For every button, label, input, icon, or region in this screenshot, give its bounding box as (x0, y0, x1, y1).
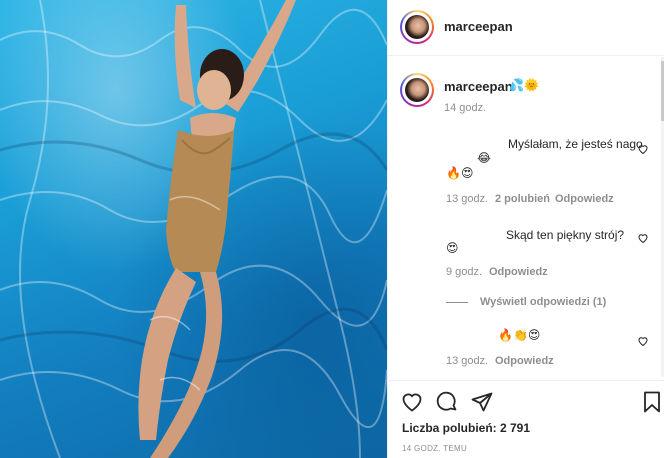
view-replies-label[interactable]: Wyświetl odpowiedzi (1) (480, 296, 606, 308)
post-timestamp[interactable]: 14 GODZ. TEMU (402, 444, 467, 453)
comment-3-heart-icon[interactable] (637, 335, 649, 347)
instagram-post: marceepan marceepan 💦🌞 14 godz. Myślałam… (0, 0, 664, 458)
post-photo[interactable] (0, 0, 387, 458)
comment-1-likes-label[interactable]: 2 polubień (495, 193, 550, 205)
comment-2-time[interactable]: 9 godz. (446, 266, 482, 278)
avatar[interactable] (400, 10, 434, 44)
post-sidebar: marceepan marceepan 💦🌞 14 godz. Myślałam… (387, 0, 664, 458)
comment-icon[interactable] (435, 390, 459, 414)
comment-2-reply-label[interactable]: Odpowiedz (489, 266, 548, 278)
comment-3-emojis: 🔥👏😍 (498, 328, 541, 342)
comments-section: marceepan 💦🌞 14 godz. Myślałam, że jeste… (388, 57, 664, 379)
bookmark-icon[interactable] (640, 390, 664, 414)
share-icon[interactable] (470, 390, 494, 414)
caption-username[interactable]: marceepan (444, 79, 513, 94)
comment-3-reply[interactable]: Odpowiedz (495, 355, 554, 367)
comment-1-emojis: 🔥😍 (446, 166, 474, 180)
comment-2-text: Skąd ten piękny strój? (506, 228, 625, 242)
comment-2-heart-icon[interactable] (637, 232, 649, 244)
comment-2-reply[interactable]: Odpowiedz (489, 266, 548, 278)
comment-1-text: Myślałam, że jesteś nago (508, 137, 643, 151)
comment-1-reply[interactable]: Odpowiedz (555, 193, 614, 205)
caption-avatar[interactable] (400, 73, 434, 107)
comment-2-emojis: 😍 (446, 241, 459, 255)
post-actions: Liczba polubień: 2 791 14 GODZ. TEMU (388, 380, 664, 458)
comment-1-time[interactable]: 13 godz. (446, 193, 488, 205)
comment-3-reply-label[interactable]: Odpowiedz (495, 355, 554, 367)
comment-1-reply-label[interactable]: Odpowiedz (555, 193, 614, 205)
caption-emojis: 💦🌞 (509, 78, 539, 92)
likes-count[interactable]: Liczba polubień: 2 791 (402, 421, 530, 435)
header-username[interactable]: marceepan (444, 19, 513, 34)
view-replies-button[interactable]: Wyświetl odpowiedzi (1) (446, 296, 606, 308)
post-header: marceepan (388, 0, 664, 56)
comment-1-likes[interactable]: 2 polubień (495, 193, 550, 205)
heart-icon[interactable] (400, 390, 424, 414)
view-replies-line (446, 301, 468, 303)
comment-1-emoji-inline: 😂 (477, 151, 492, 165)
pool-swimmer-illustration (0, 0, 387, 458)
caption-time[interactable]: 14 godz. (444, 102, 486, 114)
comment-1-heart-icon[interactable] (637, 143, 649, 155)
comment-3-time[interactable]: 13 godz. (446, 355, 488, 367)
